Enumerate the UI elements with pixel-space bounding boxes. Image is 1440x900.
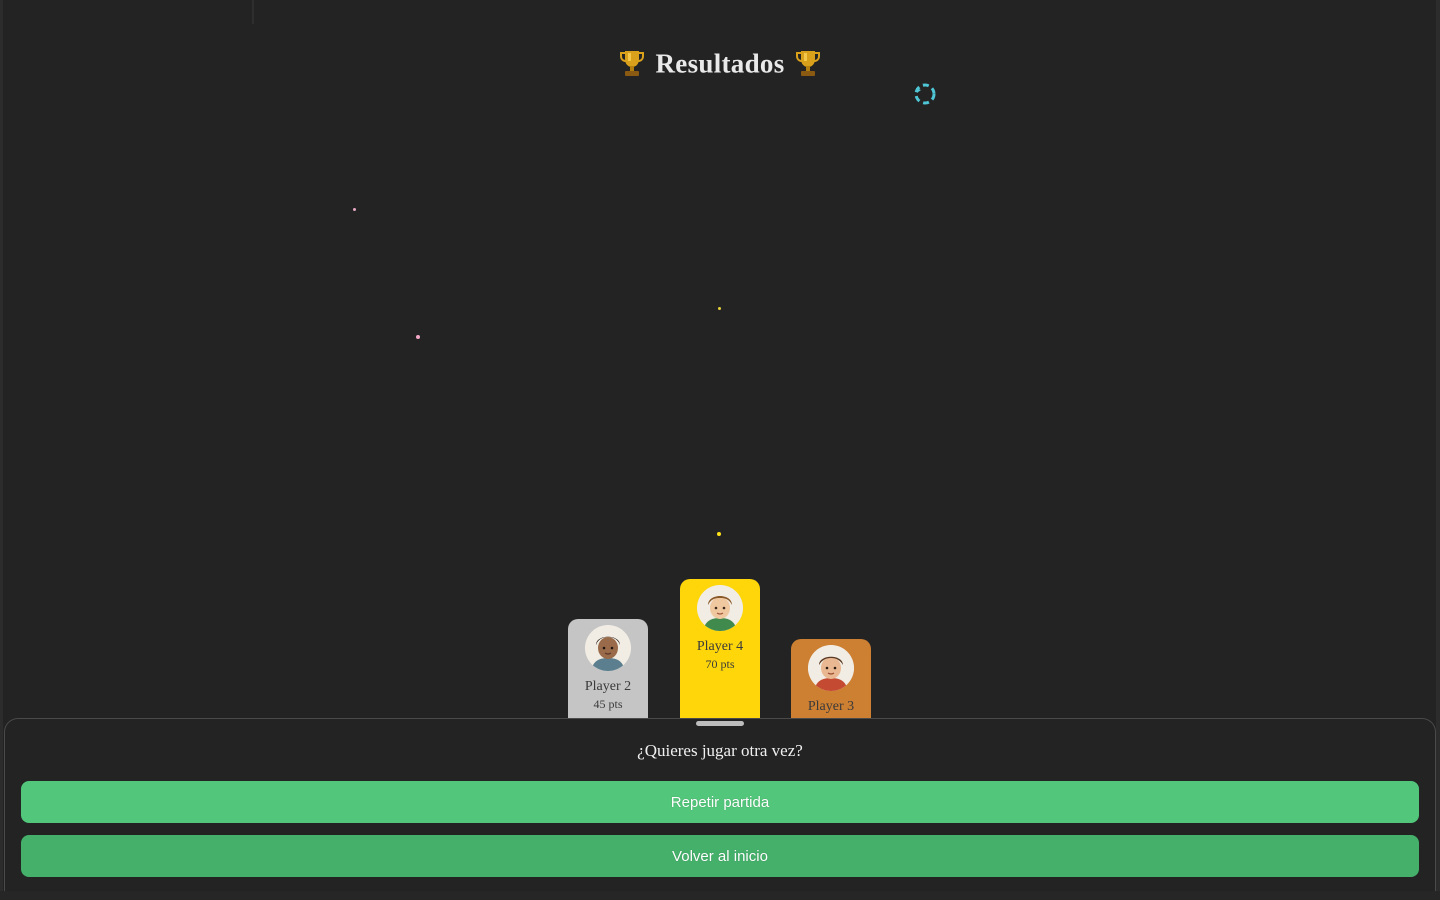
podium-first-place: Player 4 70 pts bbox=[680, 579, 760, 719]
back-to-home-button[interactable]: Volver al inicio bbox=[21, 835, 1419, 877]
confetti-particle bbox=[416, 335, 420, 339]
podium-second-place: Player 2 45 pts bbox=[568, 619, 648, 719]
avatar-icon bbox=[808, 645, 854, 691]
podium-first-name: Player 4 bbox=[696, 639, 744, 654]
play-again-sheet: ¿Quieres jugar otra vez? Repetir partida… bbox=[4, 718, 1436, 895]
title-text: Resultados bbox=[655, 48, 785, 79]
avatar-icon bbox=[697, 585, 743, 631]
bottom-strip bbox=[0, 891, 1440, 900]
confetti-particle bbox=[717, 532, 721, 536]
repeat-game-button[interactable]: Repetir partida bbox=[21, 781, 1419, 823]
right-edge bbox=[1436, 0, 1440, 900]
podium-first-score: 70 pts bbox=[705, 657, 735, 671]
trophy-icon bbox=[795, 48, 821, 85]
play-again-question: ¿Quieres jugar otra vez? bbox=[637, 741, 803, 760]
confetti-particle bbox=[718, 307, 721, 310]
podium-third-name: Player 3 bbox=[807, 699, 855, 714]
podium-third-place: Player 3 bbox=[791, 639, 871, 719]
podium-second-score: 45 pts bbox=[593, 697, 623, 711]
top-divider bbox=[252, 0, 254, 24]
results-screen: Resultados Player 2 45 pts Player 4 70 p… bbox=[0, 0, 1440, 900]
results-title: Resultados bbox=[0, 48, 1440, 85]
podium-second-name: Player 2 bbox=[584, 679, 632, 694]
confetti-particle bbox=[353, 208, 356, 211]
avatar-icon bbox=[585, 625, 631, 671]
loading-spinner-icon bbox=[912, 80, 938, 108]
sheet-drag-handle[interactable] bbox=[696, 721, 744, 726]
trophy-icon bbox=[619, 48, 645, 85]
left-edge bbox=[0, 0, 3, 900]
